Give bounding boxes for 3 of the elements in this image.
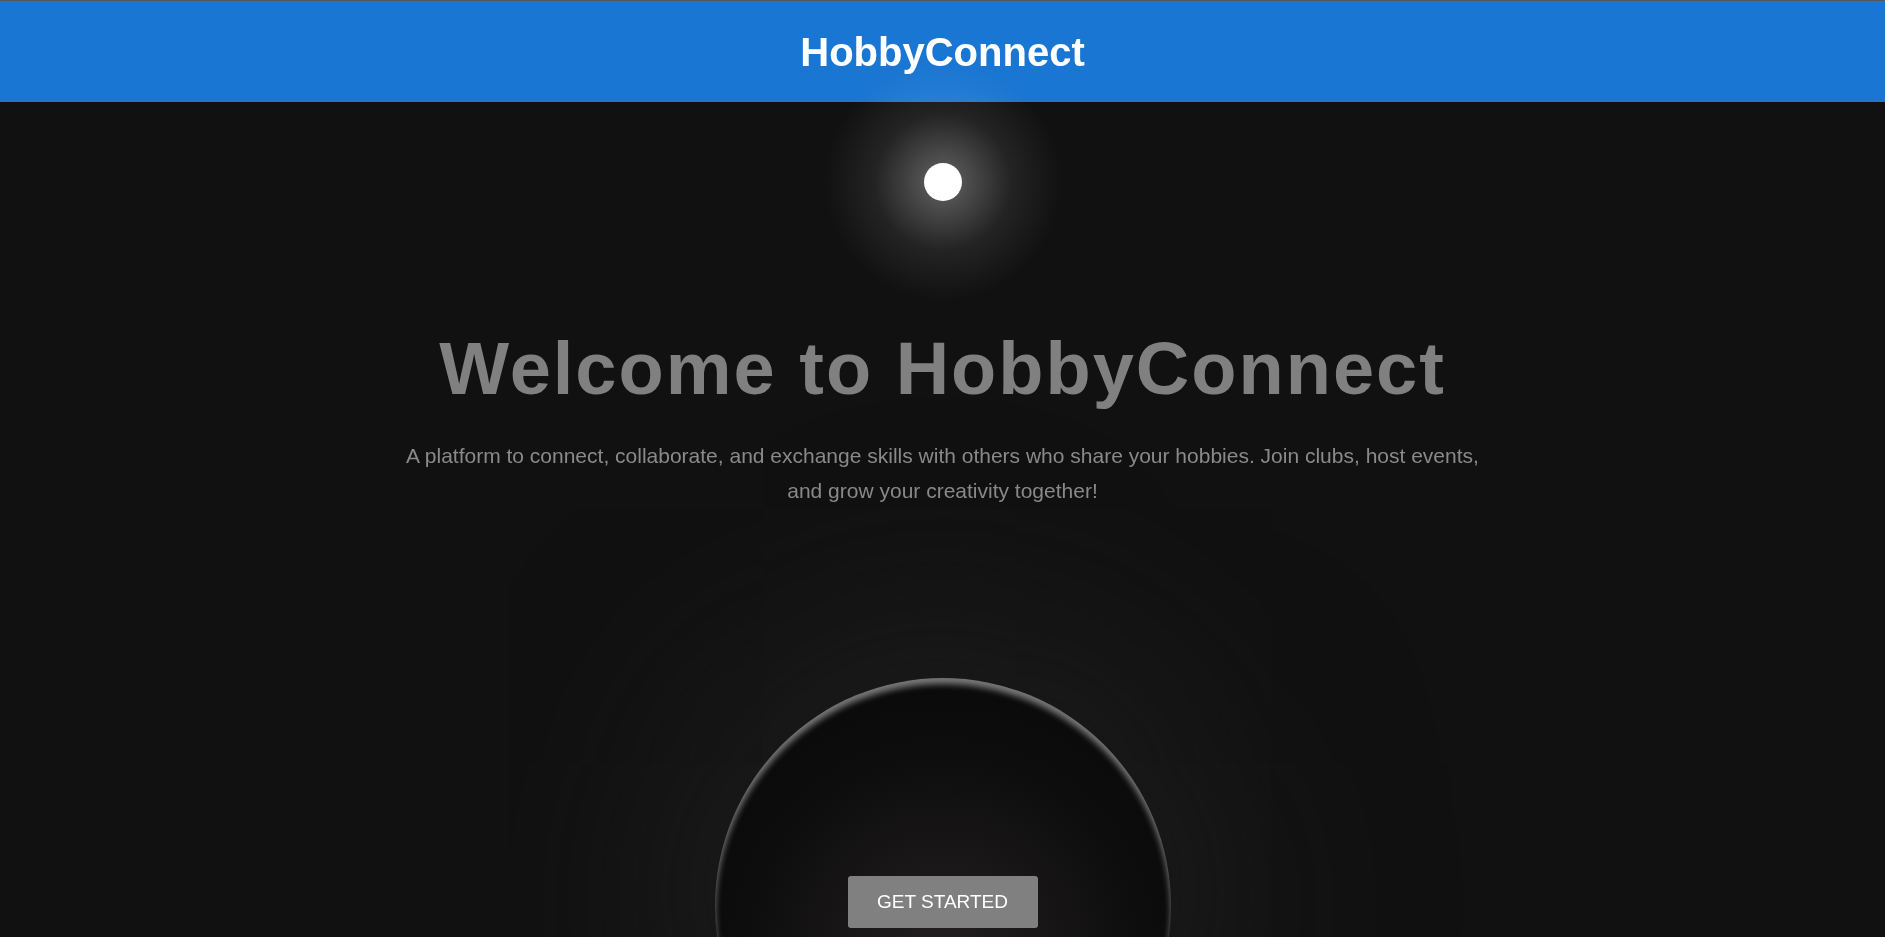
hero-description: A platform to connect, collaborate, and exchange skills with others who share your hobbies. Join clubs, host events, and grow your creativity together! (405, 443, 1480, 504)
site-title: HobbyConnect (800, 28, 1085, 76)
get-started-button[interactable]: GET STARTED (847, 876, 1038, 928)
